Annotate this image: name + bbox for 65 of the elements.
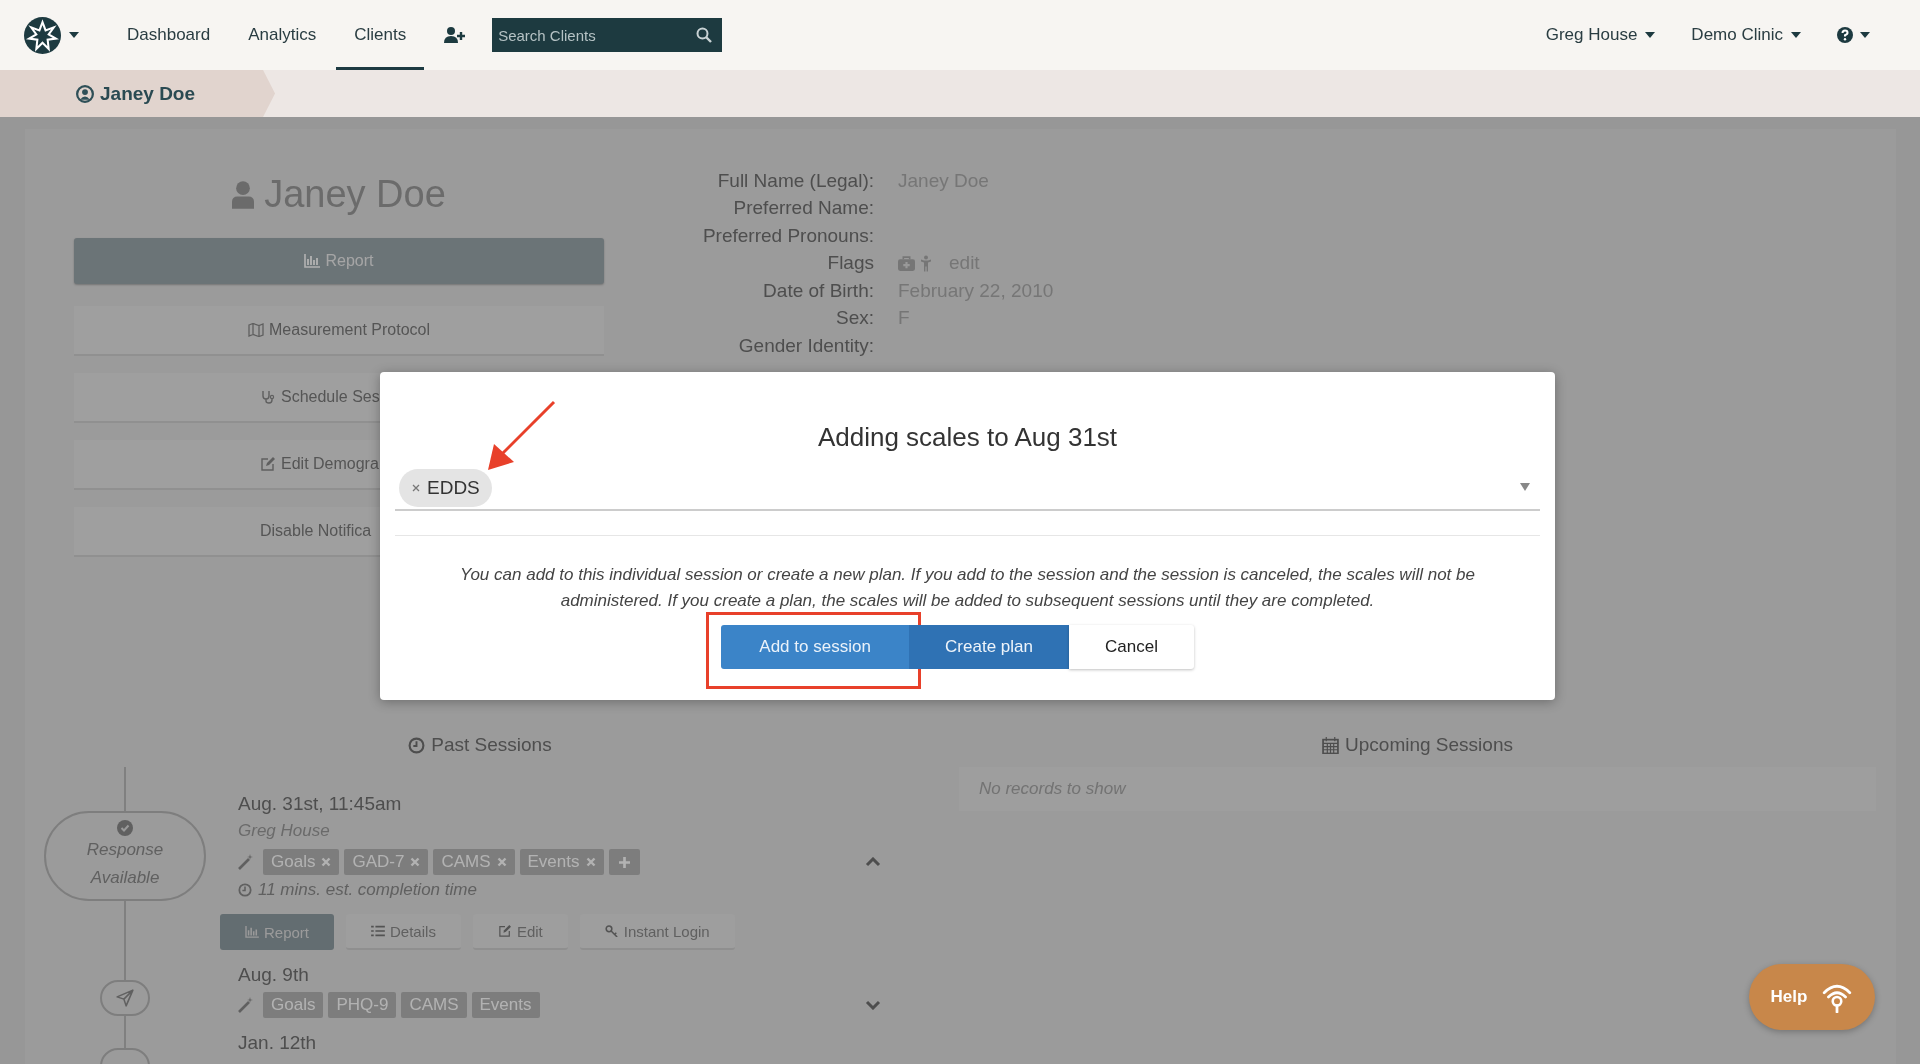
field-label: Gender Identity: xyxy=(737,334,874,357)
field-label: Full Name (Legal): xyxy=(716,169,874,192)
section-heading: Upcoming Sessions xyxy=(1345,734,1513,756)
field-label: Sex: xyxy=(834,307,874,330)
annotation-arrow xyxy=(486,400,556,472)
modal-button[interactable]: Add to session xyxy=(721,625,910,669)
menu-dropdown[interactable]: Demo Clinic xyxy=(1691,25,1783,45)
clock-icon xyxy=(238,883,252,897)
search-field[interactable]: Search Clients xyxy=(492,18,723,52)
modal-title: Adding scales to Aug 31st xyxy=(816,422,1119,452)
edit-icon xyxy=(497,925,512,937)
modal-button[interactable]: Cancel xyxy=(1069,625,1194,669)
profile-action-button[interactable]: Report xyxy=(74,238,604,284)
calendar-icon xyxy=(1322,736,1340,754)
key-icon xyxy=(604,925,619,937)
field-label: Date of Birth: xyxy=(762,279,874,302)
menu-dropdown[interactable]: Greg House xyxy=(1545,25,1638,45)
modal-button[interactable]: Create plan xyxy=(909,625,1069,669)
bar-chart-icon xyxy=(245,926,259,938)
profile-action-button[interactable]: Measurement Protocol xyxy=(74,306,604,356)
session-action-button[interactable]: Report xyxy=(220,914,335,950)
selected-scale-chip[interactable]: EDDS xyxy=(399,468,492,507)
medical-kit-icon xyxy=(898,255,915,271)
scale-select-field[interactable]: EDDS xyxy=(395,466,1540,511)
user-circle-icon xyxy=(76,84,94,103)
help-button[interactable]: Help xyxy=(1749,964,1875,1030)
caret-icon[interactable] xyxy=(1860,32,1870,38)
edit-icon xyxy=(260,457,276,471)
clock-icon xyxy=(408,736,426,754)
caret-icon[interactable] xyxy=(1645,32,1656,38)
caret-icon[interactable] xyxy=(1791,32,1801,38)
plus-icon[interactable] xyxy=(618,856,630,868)
map-icon xyxy=(248,323,264,337)
status-label: Response Available xyxy=(85,839,165,889)
child-icon xyxy=(921,254,931,272)
help-icon[interactable] xyxy=(1837,27,1853,43)
caret-icon[interactable] xyxy=(69,32,79,38)
logo-icon[interactable] xyxy=(24,16,61,54)
breadcrumb-tab[interactable]: Janey Doe xyxy=(0,70,276,117)
expand-chevron-icon[interactable] xyxy=(865,1000,881,1010)
person-icon xyxy=(232,180,255,209)
field-label: Flags xyxy=(826,252,874,275)
dropdown-caret-icon[interactable] xyxy=(1520,483,1530,491)
bar-chart-icon xyxy=(304,254,321,268)
remove-icon[interactable] xyxy=(411,482,421,493)
breadcrumb-label[interactable]: Janey Doe xyxy=(100,82,196,105)
stethoscope-icon xyxy=(260,390,276,404)
search-icon[interactable] xyxy=(696,27,713,43)
field-label: Preferred Name: xyxy=(732,197,874,220)
session-date: Aug. 31st, 11:45am xyxy=(238,792,403,816)
magic-wand-icon xyxy=(238,997,254,1013)
session-date: Aug. 9th xyxy=(238,963,310,987)
field-label: Preferred Pronouns: xyxy=(701,224,874,247)
list-icon xyxy=(371,925,386,937)
section-heading: Past Sessions xyxy=(431,734,552,756)
nav-link[interactable]: Analytics xyxy=(230,0,335,70)
session-date: Jan. 12th xyxy=(238,1031,318,1055)
magic-wand-icon xyxy=(238,854,254,870)
collapse-chevron-icon[interactable] xyxy=(865,857,881,867)
add-scale-button[interactable] xyxy=(608,849,640,875)
check-circle-icon xyxy=(117,820,133,836)
completion-time: 11 mins. est. completion time xyxy=(258,880,477,900)
nav-link[interactable]: Dashboard xyxy=(109,0,229,70)
modal-description: You can add to this individual session or create a new plan. If you add to the session and the session is canceled, the scales will not be administered. If you create a plan, the scales will be added to subsequent sessions until they are completed. xyxy=(459,564,1476,612)
add-user-icon[interactable] xyxy=(444,27,467,43)
